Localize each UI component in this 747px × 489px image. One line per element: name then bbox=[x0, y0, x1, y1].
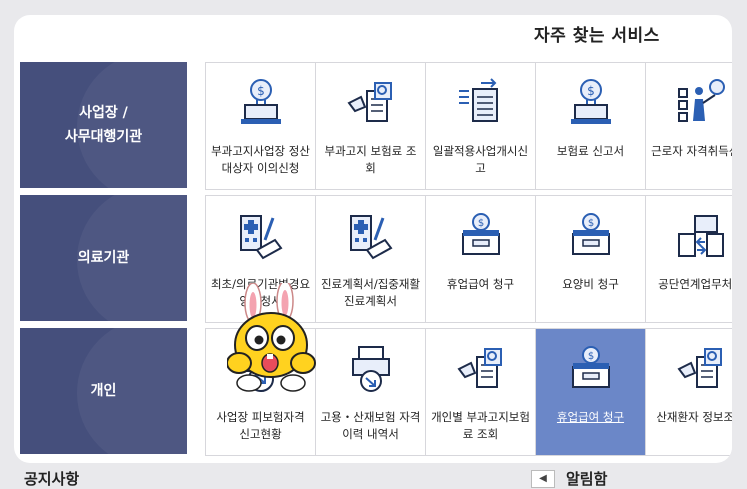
frequent-services-panel: 자주 찾는 서비스 사업장 / 사무대행기관 $ 부과고지사업장 정산대상자 이의… bbox=[14, 15, 732, 463]
service-item-label: 부과고지사업장 정산대상자 이의신청 bbox=[211, 144, 310, 175]
row-header-personal: 개인 bbox=[20, 328, 187, 454]
svg-text:$: $ bbox=[257, 84, 265, 98]
service-item-active[interactable]: $ 휴업급여 청구 bbox=[536, 329, 646, 455]
coin-box-icon: $ bbox=[455, 210, 507, 262]
laptop-coin-icon: $ bbox=[565, 77, 617, 129]
service-row-medical: 의료기관 최초/의료기관변경요양신청서 진료계획서/집중재활진료계획서 $휴업급… bbox=[20, 195, 732, 323]
printer-icon bbox=[345, 343, 397, 395]
service-item[interactable]: 부과고지 보험료 조회 bbox=[316, 63, 426, 189]
service-item[interactable]: $ 보험료 신고서 bbox=[536, 63, 646, 189]
row-title: 사업장 / 사무대행기관 bbox=[64, 105, 143, 145]
svg-text:$: $ bbox=[587, 84, 595, 98]
row-title: 개인 bbox=[90, 383, 117, 399]
service-item-label: 고용・산재보험 자격 이력 내역서 bbox=[320, 410, 421, 441]
search-receipt-icon bbox=[345, 77, 397, 129]
service-item-label: 공단연계업무처리 bbox=[658, 277, 732, 291]
search-receipt-icon bbox=[455, 343, 507, 395]
svg-text:$: $ bbox=[587, 351, 593, 362]
document-list-icon bbox=[455, 77, 507, 129]
row-title: 의료기관 bbox=[77, 250, 130, 266]
service-item-label: 일괄적용사업개시신고 bbox=[432, 144, 529, 175]
svg-text:$: $ bbox=[477, 218, 483, 229]
service-item-label: 산재환자 정보조회 bbox=[656, 410, 732, 424]
hospital-pen-icon bbox=[235, 210, 287, 262]
section-title: 자주 찾는 서비스 bbox=[534, 26, 660, 46]
service-item-label: 사업장 피보험자격 신고현황 bbox=[216, 410, 305, 441]
service-item[interactable]: 근로자 자격취득신고 bbox=[646, 63, 732, 189]
coin-box-icon: $ bbox=[565, 343, 617, 395]
service-item-label: 요양비 청구 bbox=[562, 277, 619, 291]
notice-heading[interactable]: 공지사항 bbox=[24, 468, 79, 489]
presentation-icon bbox=[675, 77, 727, 129]
service-item[interactable]: 진료계획서/집중재활진료계획서 bbox=[316, 196, 426, 322]
folder-exchange-icon bbox=[675, 210, 727, 262]
hospital-pen-icon bbox=[345, 210, 397, 262]
row-header-medical: 의료기관 bbox=[20, 195, 187, 321]
service-item[interactable]: $ 부과고지사업장 정산대상자 이의신청 bbox=[206, 63, 316, 189]
service-item-label: 휴업급여 청구 bbox=[556, 410, 625, 424]
service-item-label: 개인별 부과고지보험료 조회 bbox=[431, 410, 530, 441]
mascot-character-icon[interactable] bbox=[227, 283, 319, 393]
service-item[interactable]: $ 요양비 청구 bbox=[536, 196, 646, 322]
notification-heading[interactable]: 알림함 bbox=[566, 468, 607, 489]
service-item-label: 진료계획서/집중재활진료계획서 bbox=[320, 277, 421, 308]
laptop-coin-icon: $ bbox=[235, 77, 287, 129]
service-item-label: 부과고지 보험료 조회 bbox=[324, 144, 417, 175]
service-item-label: 휴업급여 청구 bbox=[446, 277, 515, 291]
chevron-left-icon[interactable]: ◀ bbox=[531, 470, 555, 488]
service-row-business: 사업장 / 사무대행기관 $ 부과고지사업장 정산대상자 이의신청 부과고지 보험… bbox=[20, 62, 732, 190]
service-item[interactable]: 일괄적용사업개시신고 bbox=[426, 63, 536, 189]
service-item[interactable]: 공단연계업무처리 bbox=[646, 196, 732, 322]
service-item[interactable]: 산재환자 정보조회 bbox=[646, 329, 732, 455]
coin-box-icon: $ bbox=[565, 210, 617, 262]
service-item[interactable]: 개인별 부과고지보험료 조회 bbox=[426, 329, 536, 455]
svg-text:$: $ bbox=[587, 218, 593, 229]
service-item-label: 보험료 신고서 bbox=[556, 144, 625, 158]
service-item-label: 근로자 자격취득신고 bbox=[651, 144, 732, 158]
service-item[interactable]: 고용・산재보험 자격 이력 내역서 bbox=[316, 329, 426, 455]
search-receipt-icon bbox=[675, 343, 727, 395]
row-header-business: 사업장 / 사무대행기관 bbox=[20, 62, 187, 188]
service-item[interactable]: $ 휴업급여 청구 bbox=[426, 196, 536, 322]
service-row-personal: 개인 사업장 피보험자격 신고현황 고용・산재보험 자격 이력 내역서 개인별 … bbox=[20, 328, 732, 456]
